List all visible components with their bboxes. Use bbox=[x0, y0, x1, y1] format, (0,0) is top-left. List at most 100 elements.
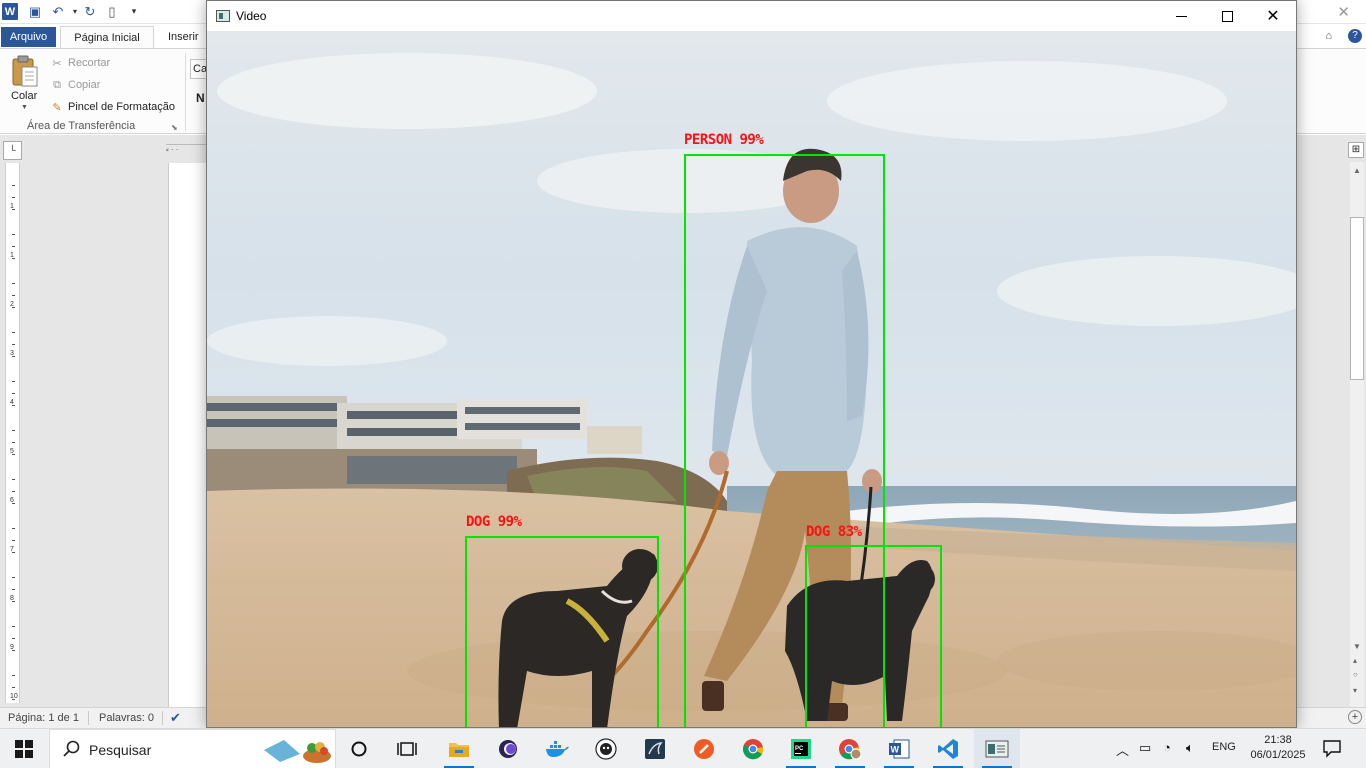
word-close-icon[interactable]: ✕ bbox=[1337, 3, 1350, 21]
new-document-icon[interactable]: ▯ bbox=[104, 3, 120, 20]
scroll-down-icon[interactable]: ▼ bbox=[1353, 642, 1361, 651]
zoom-in-icon[interactable]: + bbox=[1348, 710, 1362, 724]
language-indicator[interactable]: ENG bbox=[1212, 741, 1236, 753]
taskbar-vscode[interactable] bbox=[925, 729, 971, 768]
save-icon[interactable]: ▣ bbox=[27, 3, 43, 20]
page-count[interactable]: Página: 1 de 1 bbox=[8, 712, 79, 724]
cortana-button[interactable] bbox=[336, 729, 382, 768]
task-view-button[interactable] bbox=[384, 729, 430, 768]
dog-bounding-box bbox=[805, 545, 942, 727]
tab-selector-icon[interactable]: └ bbox=[3, 141, 22, 160]
taskbar-mysql-workbench[interactable] bbox=[632, 729, 678, 768]
horizontal-ruler: ⸗ · · bbox=[166, 144, 206, 156]
help-icon[interactable]: ? bbox=[1348, 29, 1362, 43]
taskbar-eclipse[interactable] bbox=[485, 729, 531, 768]
vertical-scrollbar[interactable]: ▲ ▼ ▴ ○ ▾ bbox=[1350, 162, 1364, 707]
volume-icon[interactable]: 🔈︎ bbox=[1186, 740, 1194, 756]
taskbar-postman[interactable] bbox=[681, 729, 727, 768]
proofing-icon[interactable]: ✔ bbox=[170, 710, 181, 726]
ruler-tick bbox=[12, 650, 15, 651]
browse-object-icon[interactable]: ○ bbox=[1353, 670, 1358, 679]
copy-button[interactable]: ⧉ Copiar bbox=[50, 76, 100, 94]
paste-button[interactable]: Colar bbox=[11, 90, 37, 102]
word-count[interactable]: Palavras: 0 bbox=[99, 712, 154, 724]
tab-home[interactable]: Página Inicial bbox=[60, 26, 154, 49]
taskbar-chrome[interactable] bbox=[730, 729, 776, 768]
taskbar-chrome-profile[interactable] bbox=[827, 729, 873, 768]
search-highlight-image bbox=[264, 740, 331, 763]
mysql-workbench-icon bbox=[645, 739, 665, 759]
person-detection-label: PERSON 99% bbox=[684, 132, 764, 148]
bold-icon[interactable]: N bbox=[196, 91, 205, 105]
clipboard-group-label: Área de Transferência bbox=[27, 120, 136, 132]
next-page-icon[interactable]: ▾ bbox=[1353, 686, 1357, 695]
wifi-icon[interactable]: ◔ bbox=[1163, 740, 1171, 755]
ruler-tick bbox=[12, 454, 15, 455]
scroll-up-icon[interactable]: ▲ bbox=[1353, 166, 1361, 175]
tab-insert[interactable]: Inserir bbox=[168, 31, 199, 43]
ruler-tick bbox=[12, 185, 15, 186]
undo-icon[interactable]: ↶ bbox=[50, 3, 66, 20]
show-hidden-icons-icon[interactable]: ︿ bbox=[1116, 740, 1129, 759]
ruler-tick bbox=[12, 209, 15, 210]
battery-icon[interactable]: ▭ bbox=[1139, 740, 1151, 756]
taskbar-docker[interactable] bbox=[534, 729, 580, 768]
eclipse-icon bbox=[499, 740, 517, 758]
status-divider bbox=[88, 711, 89, 725]
view-ruler-icon[interactable]: ⊞ bbox=[1348, 142, 1364, 158]
taskbar-video-app[interactable] bbox=[974, 729, 1020, 768]
close-button[interactable]: ✕ bbox=[1250, 1, 1296, 31]
ruler-tick bbox=[12, 479, 15, 480]
start-button[interactable] bbox=[0, 729, 48, 768]
close-icon: ✕ bbox=[1266, 8, 1280, 25]
clock-time: 21:38 bbox=[1264, 734, 1292, 746]
taskbar-pycharm[interactable]: PC bbox=[778, 729, 824, 768]
ruler-tick bbox=[12, 675, 15, 676]
github-desktop-icon bbox=[595, 738, 617, 760]
ruler-tick bbox=[12, 332, 15, 333]
document-page[interactable] bbox=[168, 163, 208, 723]
tab-file[interactable]: Arquivo bbox=[1, 27, 56, 47]
ribbon-divider bbox=[185, 53, 186, 131]
video-title-bar[interactable]: Video ✕ bbox=[207, 1, 1296, 31]
ruler-tick bbox=[12, 638, 15, 639]
paste-dropdown-icon[interactable]: ▼ bbox=[21, 104, 28, 111]
search-input[interactable]: Pesquisar bbox=[49, 729, 336, 768]
vertical-ruler: 1 1 2 3 4 5 6 7 8 9 10 bbox=[5, 163, 20, 703]
notification-center-icon[interactable] bbox=[1322, 738, 1342, 758]
taskbar-file-explorer[interactable] bbox=[436, 729, 482, 768]
ruler-tick bbox=[12, 283, 15, 284]
undo-dropdown-icon[interactable]: ▾ bbox=[67, 3, 83, 20]
clock[interactable]: 21:38 06/01/2025 bbox=[1248, 733, 1308, 763]
ruler-tick bbox=[12, 197, 15, 198]
scroll-thumb[interactable] bbox=[1350, 217, 1364, 380]
video-window[interactable]: Video ✕ PERSON 99% DOG 99% DOG 83% bbox=[206, 0, 1297, 728]
redo-icon[interactable]: ↻ bbox=[82, 3, 98, 20]
ruler-tick bbox=[12, 601, 15, 602]
ruler-tick bbox=[12, 577, 15, 578]
window-title: Video bbox=[236, 9, 267, 23]
ruler-tick bbox=[12, 699, 15, 700]
svg-text:PC: PC bbox=[795, 746, 804, 752]
customize-toolbar-icon[interactable]: ▾ bbox=[126, 3, 142, 20]
cut-button[interactable]: ✂ Recortar bbox=[50, 54, 110, 72]
postman-icon bbox=[694, 739, 714, 759]
cut-label: Recortar bbox=[68, 57, 111, 69]
format-painter-button[interactable]: ✎ Pincel de Formatação bbox=[50, 98, 175, 116]
ribbon-collapse-icon[interactable]: ⌂ bbox=[1325, 30, 1332, 42]
ruler-tick bbox=[12, 246, 15, 247]
ruler-tick bbox=[12, 540, 15, 541]
taskbar-github-desktop[interactable] bbox=[583, 729, 629, 768]
previous-page-icon[interactable]: ▴ bbox=[1353, 656, 1357, 665]
ruler-tick bbox=[12, 430, 15, 431]
brush-icon: ✎ bbox=[52, 101, 62, 114]
word-logo-icon: W bbox=[2, 3, 18, 20]
taskbar-word[interactable]: W bbox=[876, 729, 922, 768]
scissors-icon: ✂ bbox=[52, 57, 62, 70]
windows-logo-icon bbox=[15, 740, 33, 758]
paste-icon[interactable] bbox=[11, 55, 39, 87]
dialog-launcher-icon[interactable]: ⬊ bbox=[171, 123, 178, 132]
minimize-button[interactable] bbox=[1158, 1, 1204, 31]
dog-bounding-box bbox=[465, 536, 659, 727]
maximize-button[interactable] bbox=[1204, 1, 1250, 31]
